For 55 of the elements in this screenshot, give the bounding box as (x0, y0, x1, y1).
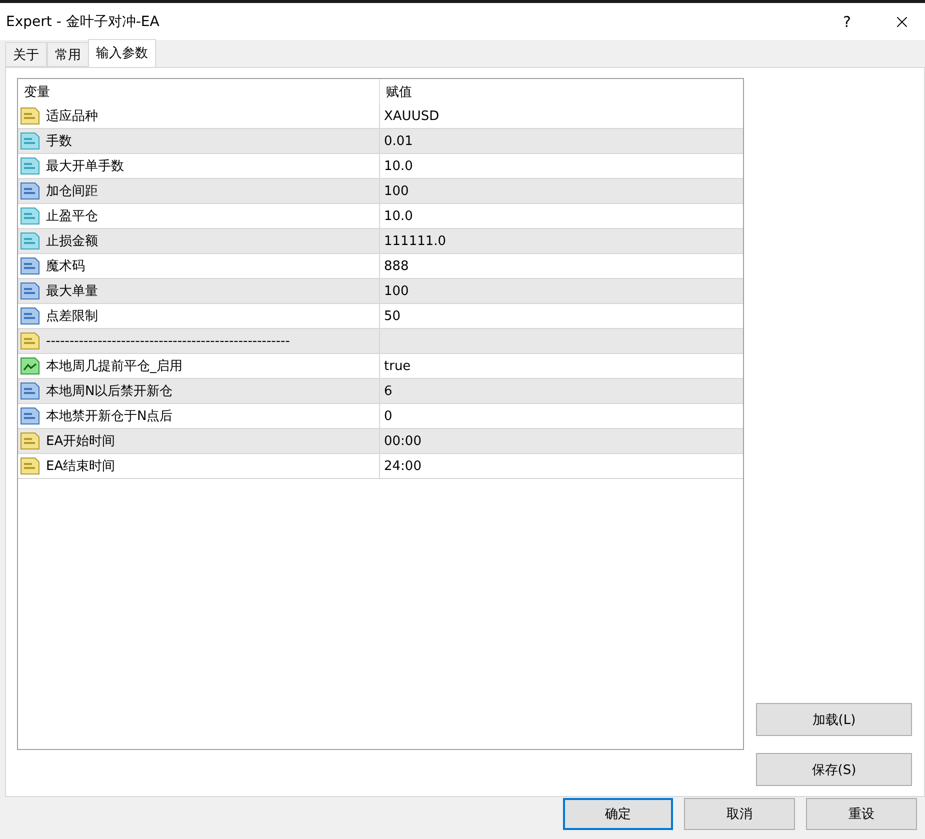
table-cell[interactable]: 10.0 (380, 154, 743, 178)
tab[interactable]: 常用 (47, 42, 89, 67)
table-cell[interactable]: 24:00 (380, 454, 743, 478)
table-cell[interactable]: 0.01 (380, 129, 743, 153)
parameter-name: EA开始时间 (46, 433, 116, 450)
table-cell[interactable]: 100 (380, 179, 743, 203)
parameter-name: 本地禁开新仓于N点后 (46, 408, 173, 425)
int-type-icon (20, 281, 40, 301)
table-cell[interactable]: 0 (380, 404, 743, 428)
double-type-icon (20, 156, 40, 176)
window-title: Expert - 金叶子对冲-EA (6, 12, 160, 30)
dialog-button[interactable]: 重设 (806, 798, 917, 830)
table-cell[interactable]: true (380, 354, 743, 378)
int-type-icon (20, 306, 40, 326)
side-button[interactable]: 保存(S) (756, 753, 912, 786)
side-button[interactable]: 加载(L) (756, 703, 912, 736)
table-cell[interactable]: 50 (380, 304, 743, 328)
table-cell[interactable]: 100 (380, 279, 743, 303)
parameter-name: EA结束时间 (46, 458, 116, 475)
int-type-icon (20, 256, 40, 276)
parameter-name: 止盈平仓 (46, 208, 98, 225)
double-type-icon (20, 231, 40, 251)
bool-type-icon (20, 356, 40, 376)
parameter-name: 点差限制 (46, 308, 98, 325)
int-type-icon (20, 381, 40, 401)
parameter-name: 魔术码 (46, 258, 85, 275)
string-type-icon (20, 431, 40, 451)
table-cell[interactable]: 6 (380, 379, 743, 403)
parameter-name: 手数 (46, 133, 72, 150)
parameter-name: 本地周N以后禁开新仓 (46, 383, 173, 400)
parameter-name: 适应品种 (46, 108, 98, 125)
string-type-icon (20, 331, 40, 351)
column-header[interactable]: 赋值 (380, 79, 743, 104)
table-cell[interactable]: 00:00 (380, 429, 743, 453)
table-cell[interactable]: XAUUSD (380, 104, 743, 128)
parameter-name: 本地周几提前平仓_启用 (46, 358, 182, 375)
tab[interactable]: 关于 (5, 42, 47, 67)
double-type-icon (20, 206, 40, 226)
string-type-icon (20, 456, 40, 476)
parameter-name: 止损金额 (46, 233, 98, 250)
dialog-button[interactable]: 确定 (563, 798, 673, 830)
table-cell[interactable]: 10.0 (380, 204, 743, 228)
string-type-icon (20, 106, 40, 126)
table-cell[interactable]: 888 (380, 254, 743, 278)
int-type-icon (20, 181, 40, 201)
parameter-name: 最大单量 (46, 283, 98, 300)
help-button[interactable]: ? (827, 12, 867, 30)
double-type-icon (20, 131, 40, 151)
dialog-button[interactable]: 取消 (684, 798, 795, 830)
parameter-name: 加仓间距 (46, 183, 98, 200)
tab[interactable]: 输入参数 (88, 39, 156, 67)
int-type-icon (20, 406, 40, 426)
table-cell[interactable]: 111111.0 (380, 229, 743, 253)
parameter-name: ---------------------------------------------------- (46, 334, 290, 348)
parameter-name: 最大开单手数 (46, 158, 124, 175)
